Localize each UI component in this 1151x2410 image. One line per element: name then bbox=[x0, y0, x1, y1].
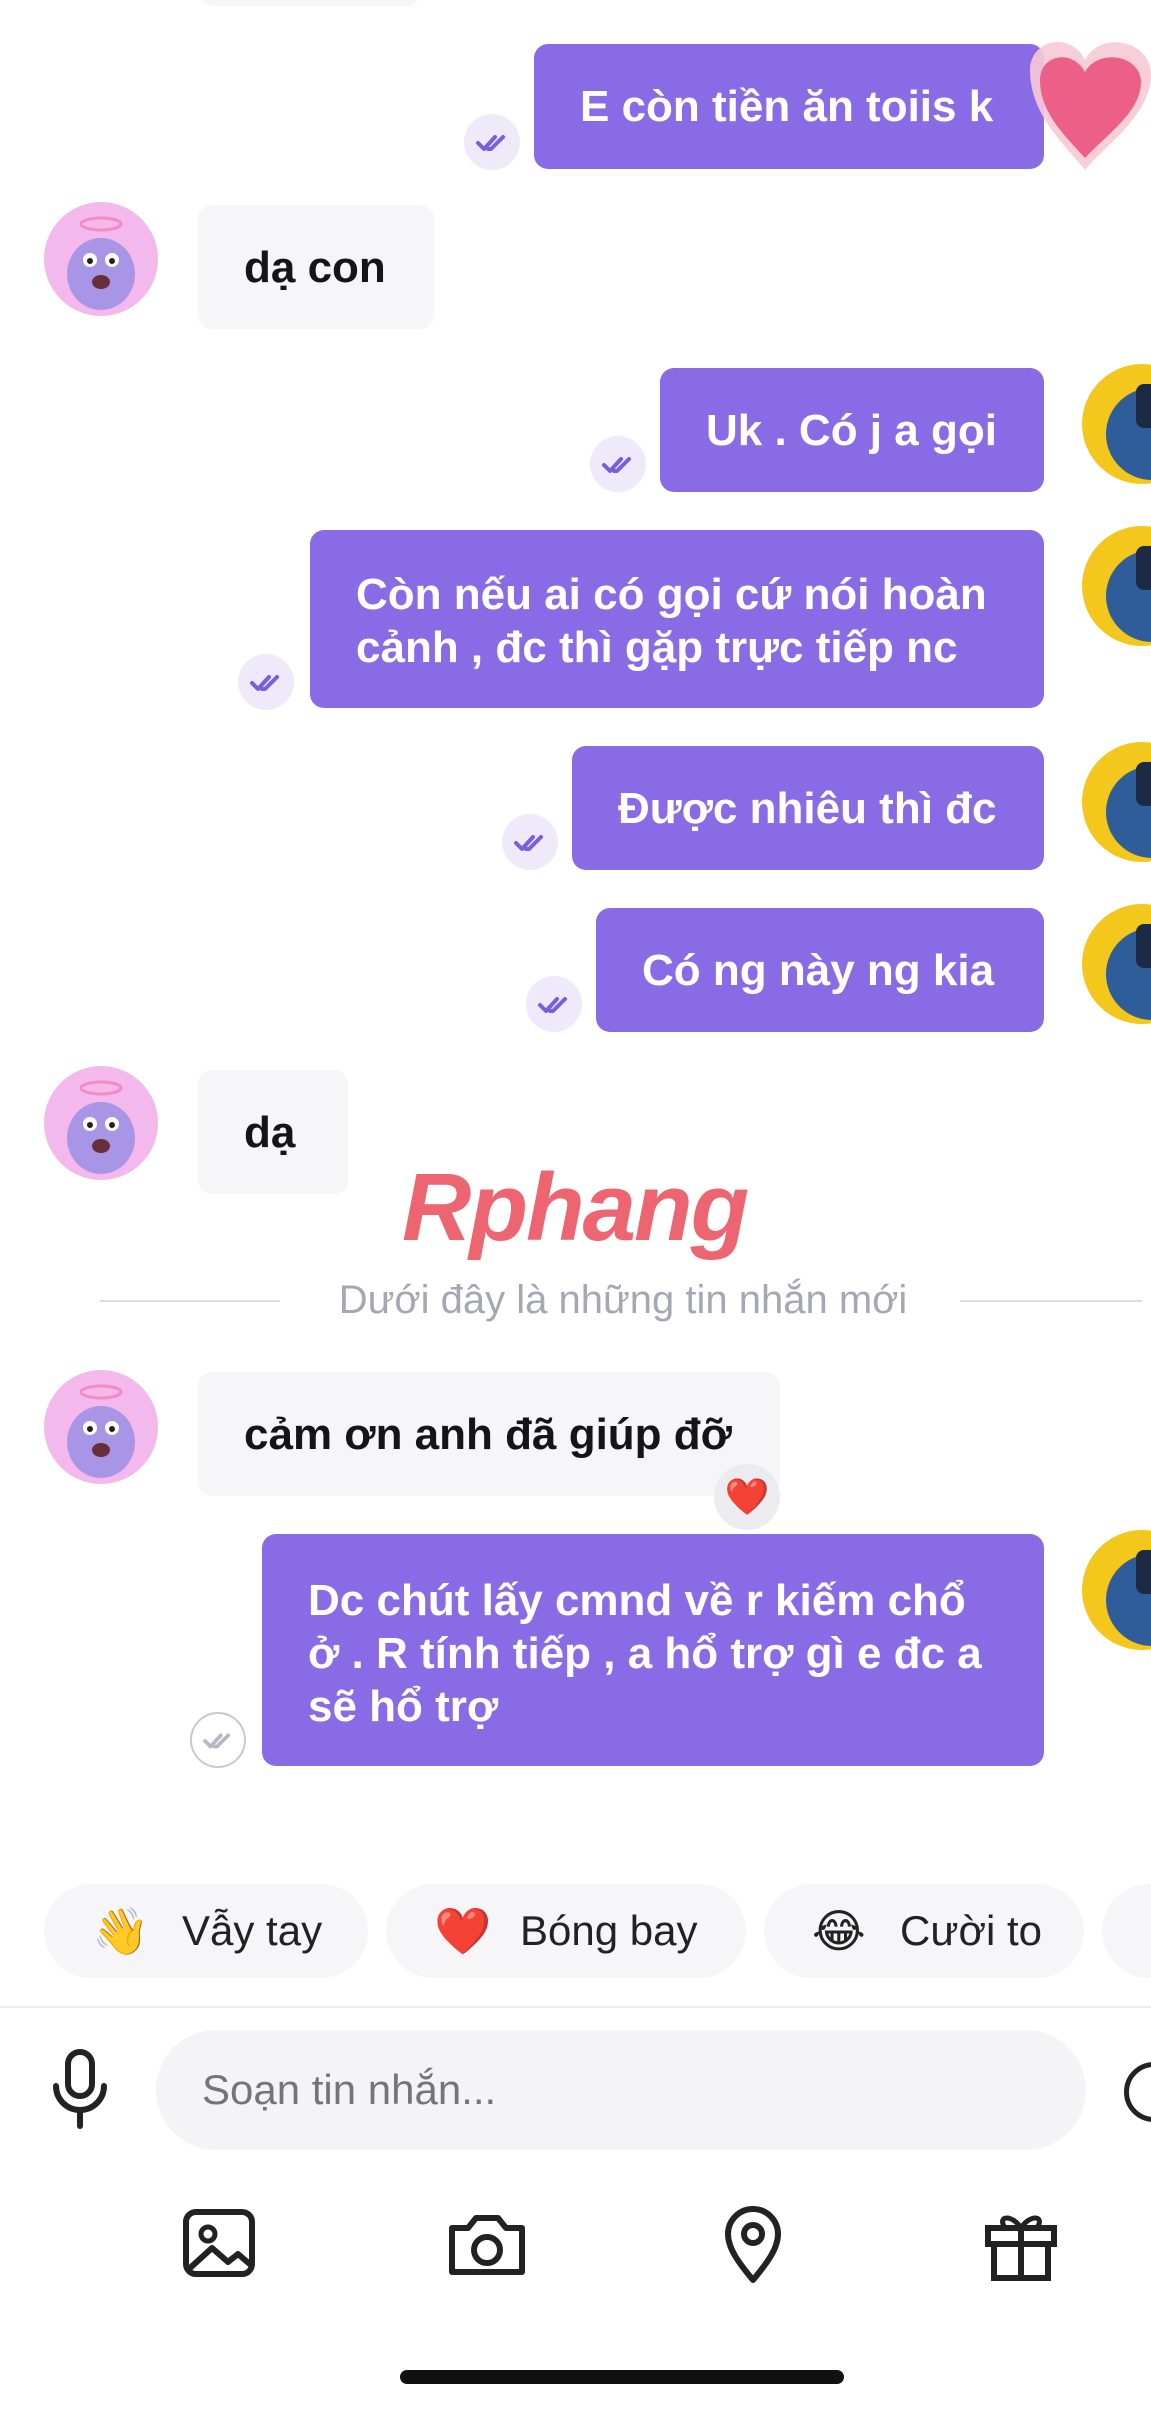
microphone-icon[interactable] bbox=[44, 2046, 116, 2132]
double-check-icon bbox=[502, 814, 558, 870]
message-bubble-outgoing[interactable]: Còn nếu ai có gọi cứ nói hoàn cảnh , đc … bbox=[310, 530, 1044, 708]
divider-text: Dưới đây là những tin nhắn mới bbox=[338, 1278, 908, 1322]
heart-reaction-icon: ❤️ bbox=[724, 1476, 770, 1517]
quick-reply-more[interactable] bbox=[1102, 1884, 1151, 1978]
heart-icon: ❤️ bbox=[434, 1905, 492, 1957]
composer-divider bbox=[0, 2006, 1151, 2008]
avatar[interactable] bbox=[44, 1066, 158, 1180]
message-bubble-outgoing[interactable]: Có ng này ng kia bbox=[596, 908, 1044, 1032]
message-text: cảm ơn anh đã giúp đỡ bbox=[244, 1410, 732, 1459]
camera-icon[interactable] bbox=[442, 2198, 532, 2288]
quick-reply-laugh[interactable]: 😂 Cười to bbox=[764, 1884, 1084, 1978]
double-check-icon bbox=[464, 114, 520, 170]
avatar[interactable] bbox=[1082, 1530, 1151, 1650]
quick-reply-label: Cười to bbox=[900, 1907, 1043, 1954]
gift-icon[interactable] bbox=[976, 2198, 1066, 2288]
message-text: dạ bbox=[244, 1108, 296, 1157]
avatar[interactable] bbox=[1082, 364, 1151, 484]
quick-reply-label: Vẫy tay bbox=[182, 1907, 323, 1954]
laughing-face-icon: 😂 bbox=[812, 1905, 866, 1957]
message-text: Được nhiêu thì đc bbox=[618, 784, 997, 833]
message-text: Dc chút lấy cmnd về r kiếm chổ ở . R tín… bbox=[308, 1576, 982, 1731]
message-text: Uk . Có j a gọi bbox=[706, 406, 997, 455]
avatar[interactable] bbox=[1082, 742, 1151, 862]
avatar[interactable] bbox=[44, 1370, 158, 1484]
message-input[interactable] bbox=[156, 2030, 1086, 2150]
heart-sticker-icon bbox=[1010, 20, 1151, 180]
message-bubble-outgoing[interactable]: Dc chút lấy cmnd về r kiếm chổ ở . R tín… bbox=[262, 1534, 1044, 1766]
double-check-icon bbox=[590, 436, 646, 492]
avatar[interactable] bbox=[1082, 904, 1151, 1024]
avatar[interactable] bbox=[1082, 526, 1151, 646]
message-bubble-outgoing[interactable]: Được nhiêu thì đc bbox=[572, 746, 1044, 870]
message-bubble-incoming[interactable]: cảm ơn anh đã giúp đỡ bbox=[198, 1372, 780, 1496]
location-pin-icon[interactable] bbox=[708, 2198, 798, 2288]
reaction-badge[interactable]: ❤️ bbox=[714, 1464, 780, 1530]
quick-reply-label: Bóng bay bbox=[520, 1907, 698, 1954]
double-check-icon bbox=[238, 654, 294, 710]
message-bubble-outgoing[interactable]: E còn tiền ăn toiis k bbox=[534, 44, 1044, 169]
message-text: E còn tiền ăn toiis k bbox=[580, 82, 994, 131]
message-bubble-outgoing[interactable]: Uk . Có j a gọi bbox=[660, 368, 1044, 492]
home-indicator bbox=[400, 2370, 844, 2384]
emoji-icon[interactable] bbox=[1124, 2062, 1151, 2122]
message-text: Còn nếu ai có gọi cứ nói hoàn cảnh , đc … bbox=[356, 570, 987, 672]
watermark: Rphang bbox=[402, 1154, 749, 1261]
message-bubble-incoming[interactable]: dạ con bbox=[198, 205, 434, 329]
image-icon[interactable] bbox=[176, 2198, 266, 2288]
message-bubble-partial bbox=[200, 0, 420, 6]
waving-hand-icon: 👋 bbox=[92, 1905, 150, 1957]
quick-reply-balloon[interactable]: ❤️ Bóng bay bbox=[386, 1884, 746, 1978]
avatar[interactable] bbox=[44, 202, 158, 316]
quick-reply-wave[interactable]: 👋 Vẫy tay bbox=[44, 1884, 368, 1978]
message-bubble-incoming[interactable]: dạ bbox=[198, 1070, 348, 1194]
double-check-icon bbox=[526, 976, 582, 1032]
message-text: dạ con bbox=[244, 243, 386, 292]
double-check-icon bbox=[190, 1712, 246, 1768]
message-text: Có ng này ng kia bbox=[642, 946, 995, 995]
